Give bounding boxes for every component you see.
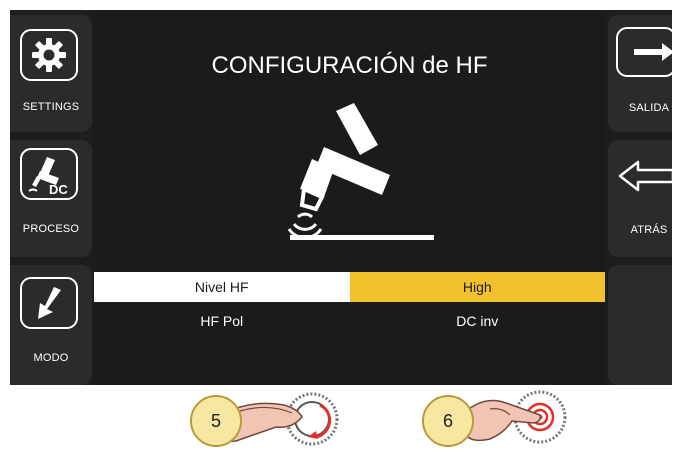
settings-label: SETTINGS <box>22 101 80 113</box>
hf-torch-illustration <box>287 103 434 240</box>
proceso-label: PROCESO <box>22 223 80 235</box>
modo-icon-frame <box>20 277 78 329</box>
instruction-step-6: 6 <box>420 385 580 450</box>
setting-value: High <box>349 272 605 302</box>
torch-dc-icon: DC <box>28 157 68 196</box>
modo-label: MODO <box>33 352 69 364</box>
step-number-badge: 6 <box>422 395 474 447</box>
setting-value: DC inv <box>456 313 499 329</box>
atras-label: ATRÁS <box>630 224 668 236</box>
modo-button[interactable]: MODO <box>10 265 92 385</box>
setting-name: HF Pol <box>200 313 244 329</box>
machine-display: SETTINGS DC PROCESO MODO CONFIGURACIÓN d… <box>10 10 672 385</box>
salida-label: SALIDA <box>628 102 670 114</box>
settings-icon-frame <box>20 29 78 81</box>
setting-name: Nivel HF <box>94 272 350 302</box>
proceso-button[interactable]: DC PROCESO <box>10 140 92 257</box>
dc-icon-text: DC <box>49 182 68 196</box>
step-number-badge: 5 <box>190 395 242 447</box>
setting-row-nivel-hf[interactable]: Nivel HF High <box>94 272 605 302</box>
exit-arrow-icon <box>634 43 672 61</box>
atras-button[interactable]: ATRÁS <box>608 140 672 257</box>
gear-icon <box>32 38 66 72</box>
instruction-step-5: 5 <box>180 385 350 450</box>
proceso-icon-frame: DC <box>20 148 78 200</box>
settings-button[interactable]: SETTINGS <box>10 15 92 132</box>
page-title: CONFIGURACIÓN de HF <box>211 52 488 79</box>
arrow-down-left-icon <box>38 287 61 319</box>
main-panel: CONFIGURACIÓN de HF Nivel HF High HF Pol… <box>94 10 605 385</box>
setting-row-hf-pol[interactable]: HF Pol DC inv <box>94 306 605 336</box>
back-arrow-icon <box>618 160 672 192</box>
empty-slot <box>608 265 672 385</box>
salida-button[interactable]: SALIDA <box>608 15 672 132</box>
salida-icon-frame <box>616 27 672 77</box>
